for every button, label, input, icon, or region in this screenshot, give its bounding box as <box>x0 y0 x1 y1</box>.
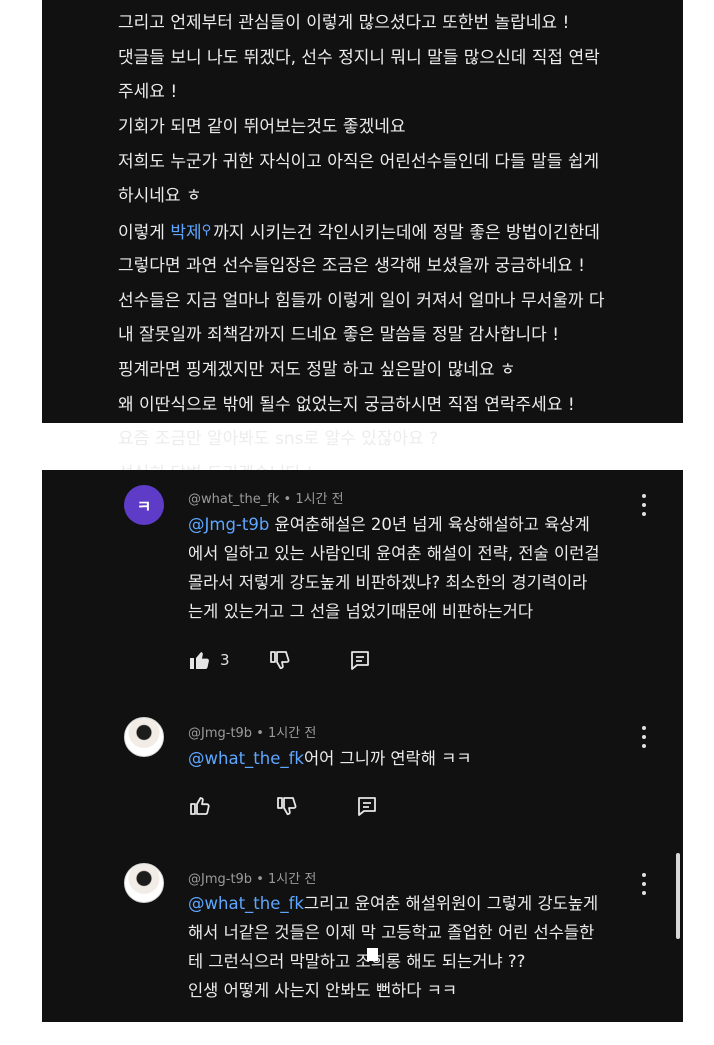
text-line: 저희도 누군가 귀한 자식이고 아직은 어린선수들인데 다들 말들 쉽게 <box>118 151 600 172</box>
thumbs-up-icon[interactable] <box>188 794 212 818</box>
thumbs-down-icon[interactable] <box>275 794 299 818</box>
thumbs-up-icon[interactable] <box>188 648 212 672</box>
text-line: 선수들은 지금 얼마나 힘들까 이렇게 일이 커져서 얼마나 무서울까 다 <box>118 290 605 311</box>
text-line: 댓글들 보니 나도 뛰겠다, 선수 정지니 뭐니 말들 많으신데 직접 연락 <box>118 47 600 68</box>
like-count: 3 <box>220 651 230 669</box>
avatar[interactable]: ㅋ <box>124 485 164 525</box>
text-line: 그리고 언제부터 관심들이 이렇게 많으셨다고 또한번 놀랍네요 ! <box>118 13 570 33</box>
comment-meta: @Jmg-t9b • 1시간 전 <box>188 868 316 887</box>
meta-separator: • <box>256 872 264 887</box>
text-line: 주세요 ! <box>118 82 178 103</box>
search-icon[interactable]: ⚲ <box>202 223 212 238</box>
mention-link[interactable]: @Jmg-t9b <box>188 515 269 534</box>
avatar[interactable] <box>124 717 164 757</box>
text-segment: 이렇게 <box>118 223 171 244</box>
comment-time: 1시간 전 <box>295 492 344 507</box>
text-line: 핑계라면 핑계겠지만 저도 정말 하고 싶은말이 많네요 ㅎ <box>118 359 516 380</box>
reply-icon[interactable] <box>348 648 372 672</box>
text-line-with-link: 이렇게 박제⚲ 까지 시키는건 각인시키는데에 정말 좋은 방법이긴한데 <box>118 214 708 249</box>
meta-separator: • <box>256 726 264 741</box>
comment-text: @Jmg-t9b 윤여춘해설은 20년 넘게 육상해설하고 육상계 에서 일하고… <box>188 515 600 621</box>
reply-icon[interactable] <box>355 794 379 818</box>
comment-actions <box>188 793 379 819</box>
comment-actions: 3 <box>188 647 372 673</box>
text-segment: 까지 시키는건 각인시키는데에 정말 좋은 방법이긴한데 <box>213 223 600 244</box>
redaction-mark <box>367 948 378 961</box>
text-line: 기회가 되면 같이 뛰어보는것도 좋겠네요 <box>118 117 406 138</box>
reply-text-body: 그리고 언제부터 관심들이 이렇게 많으셨다고 또한번 놀랍네요 ! 댓글들 보… <box>118 6 708 492</box>
text-line: 그렇다면 과연 선수들입장은 조금은 생각해 보셨을까 궁금하네요 ! <box>118 255 585 276</box>
comment-author[interactable]: @Jmg-t9b <box>188 726 252 741</box>
comment-author[interactable]: @what_the_fk <box>188 492 279 507</box>
comment-meta: @Jmg-t9b • 1시간 전 <box>188 722 316 741</box>
scrollbar-thumb[interactable] <box>676 853 680 939</box>
avatar[interactable] <box>124 863 164 903</box>
comment-text: @what_the_fk그리고 윤여춘 해설위원이 그렇게 강도높게 해서 너같… <box>188 894 599 1000</box>
mention-link[interactable]: @what_the_fk <box>188 749 304 768</box>
comment-thread-panel: ㅋ @what_the_fk • 1시간 전 @Jmg-t9b 윤여춘해설은 2… <box>42 470 683 1022</box>
mention-link[interactable]: @what_the_fk <box>188 894 304 913</box>
thumbs-down-icon[interactable] <box>268 648 292 672</box>
comment-text: @what_the_fk어어 그니까 연락해 ㅋㅋ <box>188 749 472 768</box>
meta-separator: • <box>283 492 292 507</box>
text-line: 내 잘못일까 죄책감까지 드네요 좋은 말씀들 정말 감사합니다 ! <box>118 325 560 346</box>
hashtag-link[interactable]: 박제 <box>170 223 201 243</box>
text-line: 하시네요 ㅎ <box>118 186 202 207</box>
text-line: 왜 이딴식으로 밖에 될수 없었는지 궁금하시면 직접 연락주세요 ! <box>118 394 575 415</box>
comment-time: 1시간 전 <box>268 872 317 887</box>
comment-author[interactable]: @Jmg-t9b <box>188 872 252 887</box>
reply-text-panel: 그리고 언제부터 관심들이 이렇게 많으셨다고 또한번 놀랍네요 ! 댓글들 보… <box>42 0 683 484</box>
comment-meta: @what_the_fk • 1시간 전 <box>188 488 344 507</box>
comment-time: 1시간 전 <box>268 726 317 741</box>
text-line: 요즘 조금만 알아봐도 sns로 알수 있잖아요 ? <box>118 429 439 450</box>
